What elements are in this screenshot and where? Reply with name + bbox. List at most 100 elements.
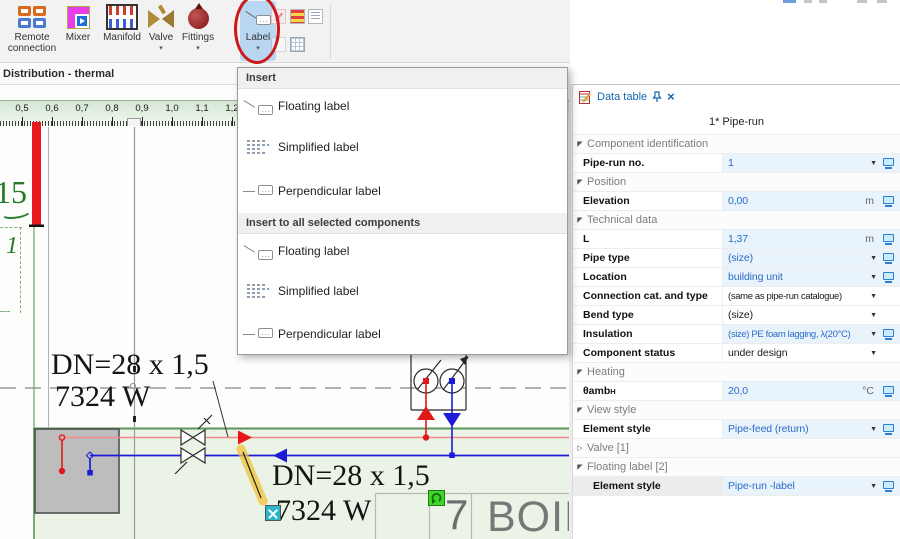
- chevron-down-icon[interactable]: ▾: [196, 45, 200, 52]
- row-floating-label-element-style: Element style Pipe-run -label ▼: [573, 477, 900, 496]
- dropdown-arrow-icon[interactable]: ▼: [870, 312, 877, 319]
- monitor-icon[interactable]: [883, 158, 894, 166]
- small-label-icon[interactable]: [271, 37, 286, 52]
- menu-item-label: Simplified label: [278, 140, 359, 154]
- dropdown-arrow-icon[interactable]: ▼: [870, 160, 877, 167]
- property-value[interactable]: 1 ▼: [723, 154, 900, 172]
- property-value[interactable]: building unit ▼: [723, 268, 900, 286]
- property-label: Component status: [573, 344, 723, 362]
- pipe-label-2-power[interactable]: 7324 W: [276, 496, 371, 526]
- group-view-style[interactable]: ◤ View style: [573, 401, 900, 420]
- unit-label: °C: [862, 385, 874, 397]
- property-value[interactable]: 1,37 m: [723, 230, 900, 248]
- close-icon[interactable]: ×: [667, 91, 675, 103]
- group-heating[interactable]: ◤ Heating: [573, 363, 900, 382]
- simplified-label-icon: [238, 284, 278, 298]
- property-label: Connection cat. and type: [573, 287, 723, 305]
- data-table-tab[interactable]: Data table ×: [573, 85, 900, 109]
- menu-item-floating-label-all[interactable]: … Floating label: [238, 231, 567, 271]
- form-icon[interactable]: [308, 9, 323, 24]
- row-element-style: Element style Pipe-feed (return) ▼: [573, 420, 900, 439]
- ruler-position-marker: [127, 118, 141, 126]
- expander-icon[interactable]: ◤: [573, 406, 587, 414]
- group-floating-label[interactable]: ◤ Floating label [2]: [573, 458, 900, 477]
- monitor-icon[interactable]: [883, 253, 894, 261]
- property-label: L: [573, 230, 723, 248]
- riser-red-bar[interactable]: [32, 122, 41, 226]
- selection-header: 1* Pipe-run: [573, 109, 900, 135]
- top-window-icon-fragment: [783, 0, 796, 3]
- property-value[interactable]: Pipe-feed (return) ▼: [723, 420, 900, 438]
- remote-connection-button[interactable]: Remote connection: [6, 1, 58, 61]
- schedule-icon[interactable]: [290, 9, 305, 24]
- application-window: Remote connection Mixer Manifold Valve ▾…: [0, 0, 900, 539]
- property-value[interactable]: (size) PE foam lagging, λ(20°C) ▼: [723, 325, 900, 343]
- pipe-label-2-size[interactable]: DN=28 x 1,5: [272, 461, 430, 491]
- menu-item-simplified-label[interactable]: Simplified label: [238, 127, 567, 167]
- dropdown-arrow-icon[interactable]: ▼: [870, 274, 877, 281]
- chevron-down-icon[interactable]: ▾: [256, 45, 260, 52]
- menu-item-perpendicular-label[interactable]: … Perpendicular label: [238, 171, 567, 211]
- pin-icon[interactable]: [652, 91, 662, 103]
- menu-item-label: Floating label: [278, 244, 349, 258]
- pipe-label-1-size[interactable]: DN=28 x 1,5: [51, 350, 209, 380]
- property-value[interactable]: 20,0 °C: [723, 382, 900, 400]
- monitor-icon[interactable]: [883, 234, 894, 242]
- fittings-button[interactable]: Fittings ▾: [178, 1, 218, 61]
- property-value[interactable]: under design ▼: [723, 344, 900, 362]
- property-value[interactable]: (same as pipe-run catalogue) ▼: [723, 287, 900, 305]
- monitor-icon[interactable]: [883, 329, 894, 337]
- button-label: Label: [246, 33, 270, 44]
- button-label: Mixer: [66, 33, 90, 44]
- move-crossing-icon[interactable]: [265, 505, 281, 521]
- group-technical-data[interactable]: ◤ Technical data: [573, 211, 900, 230]
- dropdown-arrow-icon[interactable]: ▼: [870, 426, 877, 433]
- valve-icon: [148, 9, 174, 29]
- expander-icon[interactable]: ◤: [573, 140, 587, 148]
- expander-icon[interactable]: ◤: [573, 216, 587, 224]
- monitor-icon[interactable]: [883, 196, 894, 204]
- dropdown-arrow-icon[interactable]: ▼: [870, 350, 877, 357]
- building-block[interactable]: [35, 429, 119, 513]
- pipe-label-1-power[interactable]: 7324 W: [55, 382, 150, 412]
- chevron-down-icon[interactable]: ▾: [159, 45, 163, 52]
- view-tab-distribution-thermal[interactable]: Distribution - thermal: [0, 68, 114, 80]
- monitor-icon[interactable]: [883, 481, 894, 489]
- monitor-icon[interactable]: [883, 386, 894, 394]
- monitor-icon[interactable]: [883, 424, 894, 432]
- menu-item-simplified-label-all[interactable]: Simplified label: [238, 271, 567, 311]
- monitor-icon[interactable]: [883, 272, 894, 280]
- property-value[interactable]: 0,00 m: [723, 192, 900, 210]
- dropdown-arrow-icon[interactable]: ▼: [870, 331, 877, 338]
- row-insulation: Insulation (size) PE foam lagging, λ(20°…: [573, 325, 900, 344]
- row-pipe-type: Pipe type (size) ▼: [573, 249, 900, 268]
- group-valve[interactable]: ▷ Valve [1]: [573, 439, 900, 458]
- menu-item-perpendicular-label-all[interactable]: … Perpendicular label: [238, 314, 567, 354]
- valve-button[interactable]: Valve ▾: [145, 1, 177, 61]
- expander-icon[interactable]: ◤: [573, 178, 587, 186]
- expander-icon[interactable]: ◤: [573, 463, 587, 471]
- mixer-button[interactable]: Mixer: [59, 1, 97, 61]
- button-label: Valve: [149, 33, 173, 44]
- perpendicular-label-icon: …: [238, 185, 278, 197]
- menu-item-label: Perpendicular label: [278, 327, 381, 341]
- dropdown-arrow-icon[interactable]: ▼: [870, 293, 877, 300]
- menu-item-floating-label[interactable]: … Floating label: [238, 86, 567, 126]
- group-component-identification[interactable]: ◤ Component identification: [573, 135, 900, 154]
- property-value[interactable]: (size) ▼: [723, 306, 900, 324]
- property-value[interactable]: (size) ▼: [723, 249, 900, 267]
- manifold-button[interactable]: Manifold: [99, 1, 145, 61]
- manifold-icon: [106, 4, 138, 30]
- dropdown-arrow-icon[interactable]: ▼: [870, 255, 877, 262]
- group-position[interactable]: ◤ Position: [573, 173, 900, 192]
- button-label: Fittings: [182, 33, 214, 44]
- pump-group[interactable]: [411, 355, 468, 410]
- dropdown-arrow-icon[interactable]: ▼: [870, 483, 877, 490]
- rotate-icon[interactable]: [428, 490, 445, 506]
- edit-label-icon[interactable]: [271, 9, 286, 24]
- expander-icon[interactable]: ▷: [573, 444, 587, 452]
- expander-icon[interactable]: ◤: [573, 368, 587, 376]
- mixer-icon: [67, 6, 90, 29]
- table-icon[interactable]: [290, 37, 305, 52]
- property-value[interactable]: Pipe-run -label ▼: [723, 477, 900, 495]
